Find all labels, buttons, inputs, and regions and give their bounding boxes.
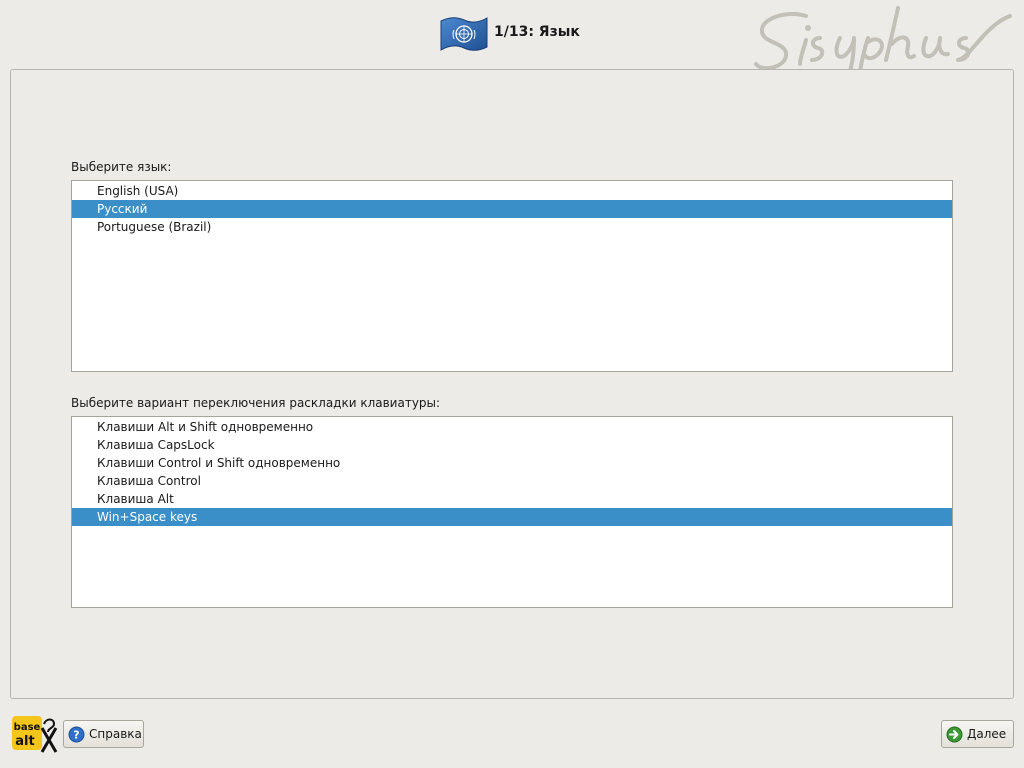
page-title: 1/13: Язык: [494, 24, 580, 40]
language-list[interactable]: English (USA) Русский Portuguese (Brazil): [71, 180, 953, 372]
language-item[interactable]: English (USA): [72, 182, 952, 200]
language-item[interactable]: Русский: [72, 200, 952, 218]
layout-switch-item[interactable]: Клавиша Alt: [72, 490, 952, 508]
next-button[interactable]: Далее: [941, 720, 1014, 748]
layout-switch-item[interactable]: Клавиша Control: [72, 472, 952, 490]
svg-text:?: ?: [73, 728, 79, 741]
header: 1/13: Язык: [0, 0, 1024, 96]
help-icon: ?: [68, 726, 85, 742]
layout-switch-item[interactable]: Клавиши Control и Shift одновременно: [72, 454, 952, 472]
layout-switch-item[interactable]: Win+Space keys: [72, 508, 952, 526]
layout-switch-label: Выберите вариант переключения раскладки …: [71, 396, 441, 410]
language-item[interactable]: Portuguese (Brazil): [72, 218, 952, 236]
svg-text:alt: alt: [15, 734, 34, 749]
layout-switch-list[interactable]: Клавиши Alt и Shift одновременно Клавиша …: [71, 416, 953, 608]
help-button-label: Справка: [89, 727, 142, 741]
basealt-logo: base alt: [12, 716, 58, 753]
next-button-label: Далее: [967, 727, 1007, 741]
installer-window: 1/13: Язык Выберите язык: English (USA) Р…: [0, 0, 1024, 768]
un-flag-icon: [440, 17, 488, 51]
help-button[interactable]: ? Справка: [63, 720, 144, 748]
svg-text:base: base: [14, 722, 41, 733]
layout-switch-item[interactable]: Клавиша CapsLock: [72, 436, 952, 454]
language-label: Выберите язык:: [71, 160, 172, 174]
arrow-right-icon: [946, 726, 963, 742]
layout-switch-item[interactable]: Клавиши Alt и Shift одновременно: [72, 418, 952, 436]
